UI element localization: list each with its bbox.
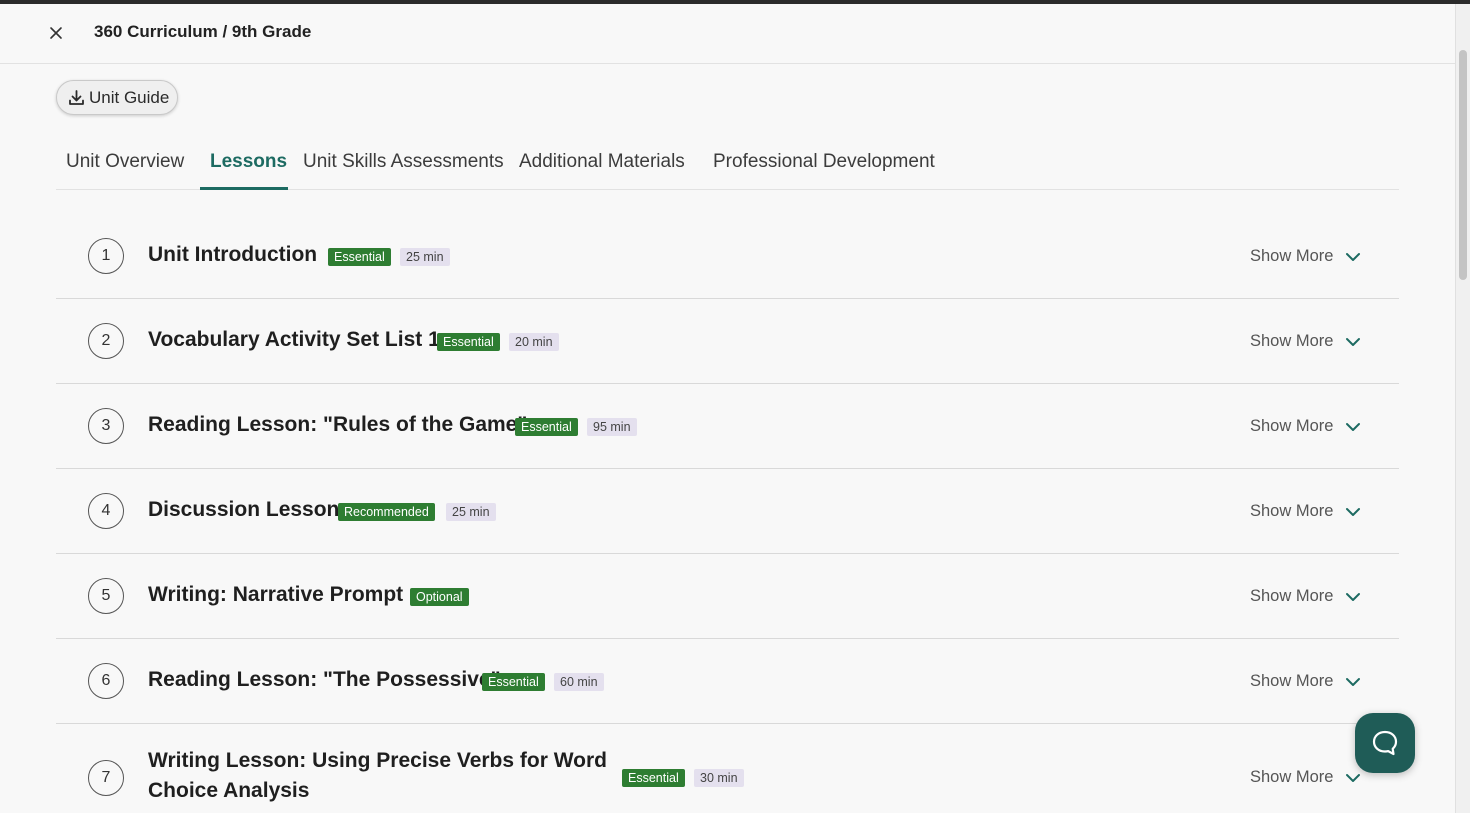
chevron-down-icon <box>1346 677 1361 686</box>
lesson-duration-badge: 25 min <box>446 503 496 521</box>
chevron-down-icon <box>1346 252 1361 261</box>
show-more-button[interactable]: Show More <box>1250 332 1361 351</box>
lesson-duration-badge: 30 min <box>694 769 744 787</box>
show-more-button[interactable]: Show More <box>1250 587 1361 606</box>
lesson-row[interactable]: 2 Vocabulary Activity Set List 1 Essenti… <box>56 299 1399 384</box>
tab-professional-development[interactable]: Professional Development <box>713 140 935 190</box>
show-more-button[interactable]: Show More <box>1250 502 1361 521</box>
close-button[interactable] <box>46 23 66 43</box>
lesson-type-badge: Essential <box>482 673 545 691</box>
chevron-down-icon <box>1346 773 1361 782</box>
lesson-row[interactable]: 3 Reading Lesson: "Rules of the Game" Es… <box>56 384 1399 469</box>
show-more-label: Show More <box>1250 332 1334 350</box>
scrollbar[interactable] <box>1455 4 1470 813</box>
scrollbar-thumb[interactable] <box>1459 50 1467 280</box>
download-icon <box>69 90 84 105</box>
lesson-duration-badge: 20 min <box>509 333 559 351</box>
chevron-down-icon <box>1346 337 1361 346</box>
lesson-type-badge: Essential <box>328 248 391 266</box>
unit-guide-label: Unit Guide <box>89 87 170 107</box>
chat-bubble-icon <box>1372 730 1398 756</box>
show-more-label: Show More <box>1250 672 1334 690</box>
tab-additional-materials[interactable]: Additional Materials <box>519 140 685 190</box>
active-tab-indicator <box>200 187 288 190</box>
tab-bar: Unit Overview Lessons Unit Skills Assess… <box>56 140 1399 190</box>
lesson-title: Writing: Narrative Prompt <box>148 583 404 606</box>
lesson-type-badge: Essential <box>622 769 685 787</box>
lesson-type-badge: Essential <box>515 418 578 436</box>
lesson-number: 1 <box>88 238 124 274</box>
header-bar: 360 Curriculum / 9th Grade <box>0 4 1455 64</box>
tab-unit-skills-assessments[interactable]: Unit Skills Assessments <box>303 140 504 190</box>
page-title: 360 Curriculum / 9th Grade <box>94 22 312 41</box>
show-more-label: Show More <box>1250 247 1334 265</box>
show-more-label: Show More <box>1250 417 1334 435</box>
tab-lessons[interactable]: Lessons <box>210 140 287 190</box>
lesson-number: 7 <box>88 760 124 796</box>
chevron-down-icon <box>1346 592 1361 601</box>
chevron-down-icon <box>1346 507 1361 516</box>
chat-button[interactable] <box>1355 713 1415 773</box>
lesson-duration-badge: 60 min <box>554 673 604 691</box>
unit-guide-button[interactable]: Unit Guide <box>56 80 178 115</box>
lesson-number: 2 <box>88 323 124 359</box>
lesson-type-badge: Optional <box>410 588 469 606</box>
tab-unit-overview[interactable]: Unit Overview <box>66 140 184 190</box>
show-more-button[interactable]: Show More <box>1250 417 1361 436</box>
lesson-number: 5 <box>88 578 124 614</box>
lesson-number: 6 <box>88 663 124 699</box>
show-more-button[interactable]: Show More <box>1250 247 1361 266</box>
close-icon <box>50 27 62 39</box>
show-more-button[interactable]: Show More <box>1250 672 1361 691</box>
show-more-label: Show More <box>1250 502 1334 520</box>
lesson-title: Unit Introduction <box>148 243 318 266</box>
lesson-row[interactable]: 1 Unit Introduction Essential 25 min Sho… <box>56 214 1399 299</box>
lesson-row[interactable]: 5 Writing: Narrative Prompt Optional Sho… <box>56 554 1399 639</box>
lesson-row[interactable]: 7 Writing Lesson: Using Precise Verbs fo… <box>56 724 1399 813</box>
show-more-label: Show More <box>1250 768 1334 786</box>
lesson-duration-badge: 25 min <box>400 248 450 266</box>
lesson-title: Writing Lesson: Using Precise Verbs for … <box>148 746 607 806</box>
lesson-duration-badge: 95 min <box>587 418 637 436</box>
lesson-row[interactable]: 4 Discussion Lesson Recommended 25 min S… <box>56 469 1399 554</box>
show-more-button[interactable]: Show More <box>1250 768 1361 787</box>
show-more-label: Show More <box>1250 587 1334 605</box>
lesson-number: 4 <box>88 493 124 529</box>
lesson-title: Discussion Lesson <box>148 498 340 521</box>
lesson-title: Vocabulary Activity Set List 1 <box>148 328 440 351</box>
lesson-type-badge: Essential <box>437 333 500 351</box>
lesson-type-badge: Recommended <box>338 503 435 521</box>
lesson-title-line: Choice Analysis <box>148 779 310 802</box>
lesson-row[interactable]: 6 Reading Lesson: "The Possessive" Essen… <box>56 639 1399 724</box>
lesson-number: 3 <box>88 408 124 444</box>
lesson-title: Reading Lesson: "The Possessive" <box>148 668 501 691</box>
chevron-down-icon <box>1346 422 1361 431</box>
lesson-title-line: Writing Lesson: Using Precise Verbs for … <box>148 749 607 772</box>
lesson-title: Reading Lesson: "Rules of the Game" <box>148 413 528 436</box>
